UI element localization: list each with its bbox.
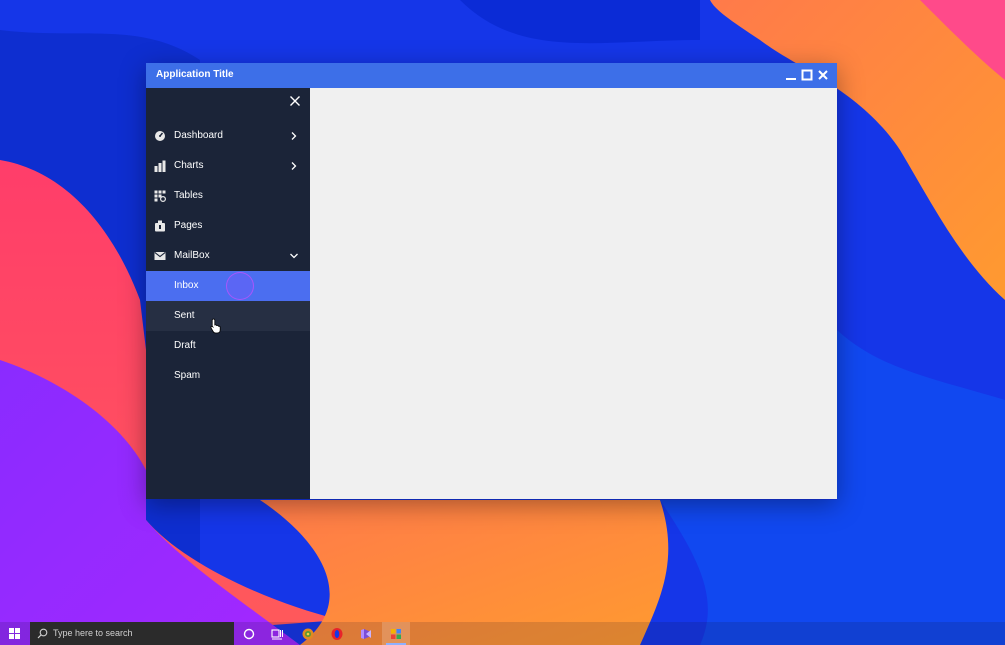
sidebar-item-label: Charts [174, 160, 204, 171]
mailbox-item-label: Spam [174, 370, 201, 381]
sidebar-item-mailbox[interactable]: MailBox [146, 241, 310, 271]
mailbox-item-label: Sent [174, 310, 195, 321]
mailbox-item-draft[interactable]: Draft [146, 331, 310, 361]
search-placeholder: Type here to search [53, 628, 133, 638]
app-icon-1 [302, 628, 314, 640]
sidebar-item-tables[interactable]: Tables [146, 181, 310, 211]
pages-icon [154, 220, 166, 232]
windows-start-icon [9, 628, 20, 639]
sidebar-item-label: MailBox [174, 250, 210, 261]
sidebar-item-label: Pages [174, 220, 203, 231]
chevron-right-icon [289, 161, 299, 171]
app-window: Application Title Dashboard Charts Table… [146, 63, 837, 499]
taskbar-visual-studio[interactable] [352, 622, 380, 645]
task-view-button[interactable] [263, 622, 291, 645]
taskbar-opera[interactable] [323, 622, 351, 645]
cortana-button[interactable] [235, 622, 263, 645]
chevron-down-icon [289, 251, 299, 261]
table-icon [154, 190, 166, 202]
sidebar-item-label: Dashboard [174, 130, 223, 141]
main-content-area [310, 88, 837, 499]
mail-icon [154, 250, 166, 262]
mailbox-item-inbox[interactable]: Inbox [146, 271, 310, 301]
opera-browser-icon [331, 628, 343, 640]
mailbox-item-spam[interactable]: Spam [146, 361, 310, 391]
cortana-circle-icon [243, 628, 255, 640]
minimize-icon[interactable] [785, 69, 797, 81]
title-bar[interactable]: Application Title [146, 63, 837, 88]
visual-studio-icon [361, 629, 371, 639]
window-title: Application Title [156, 69, 234, 80]
taskbar-active-app[interactable] [382, 622, 410, 645]
sidebar-item-charts[interactable]: Charts [146, 151, 310, 181]
click-ripple [226, 272, 254, 300]
sidebar-item-dashboard[interactable]: Dashboard [146, 121, 310, 151]
mailbox-item-sent[interactable]: Sent [146, 301, 310, 331]
chevron-right-icon [289, 131, 299, 141]
mailbox-item-label: Inbox [174, 280, 199, 291]
sidebar-item-pages[interactable]: Pages [146, 211, 310, 241]
sidebar-item-label: Tables [174, 190, 203, 201]
mailbox-item-label: Draft [174, 340, 196, 351]
sidebar-close-icon[interactable] [289, 95, 301, 107]
active-app-icon [391, 629, 401, 639]
task-view-icon [271, 629, 283, 640]
search-icon [37, 628, 48, 639]
taskbar: Type here to search [0, 622, 1005, 645]
close-icon[interactable] [817, 69, 829, 81]
taskbar-app-1[interactable] [294, 622, 322, 645]
dashboard-gauge-icon [154, 130, 166, 142]
taskbar-search-box[interactable]: Type here to search [30, 622, 234, 645]
sidebar: Dashboard Charts Tables Pages MailBox In… [146, 88, 310, 499]
bar-chart-icon [154, 160, 166, 172]
maximize-icon[interactable] [801, 69, 813, 81]
hand-cursor-icon [210, 318, 221, 334]
windows-start-button[interactable] [0, 622, 29, 645]
